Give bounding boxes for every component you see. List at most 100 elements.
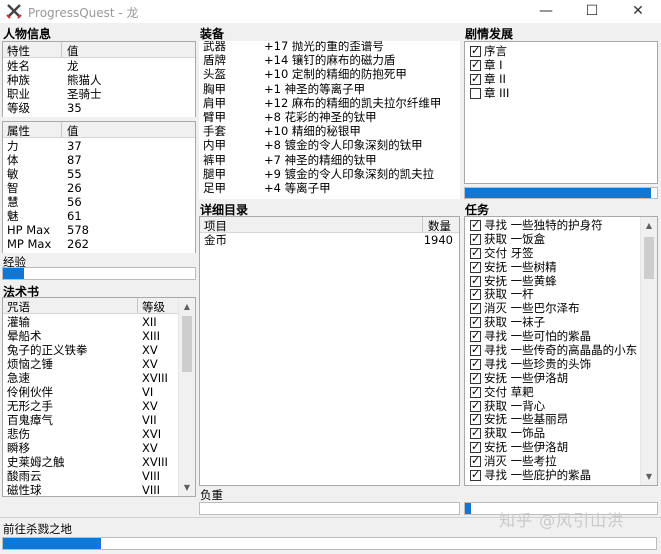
- quest-item[interactable]: 获取 一饭盒: [465, 232, 657, 247]
- quest-item[interactable]: 获取 一背心: [465, 399, 657, 414]
- plot-item-label: 章 I: [484, 58, 503, 72]
- checkbox-icon[interactable]: [470, 72, 481, 85]
- spellbook-table: 咒语 等级 灌输 XII 晕船术 XIII 兔子的正义铁拳 XV 烦恼之锤 XV 急速 XVIII…: [2, 297, 196, 497]
- quest-item[interactable]: 安抚 一些伊洛胡: [465, 371, 657, 386]
- checkbox-icon[interactable]: [470, 88, 481, 99]
- spellbook-scrollbar[interactable]: ▲ ▼: [178, 298, 195, 496]
- checkbox-icon[interactable]: [470, 426, 481, 440]
- quest-item[interactable]: 消灭 一些巴尔泽布: [465, 301, 657, 316]
- spell-name: 烦恼之锤: [7, 357, 53, 371]
- checkbox-icon[interactable]: [470, 357, 481, 370]
- quest-item[interactable]: 寻找 一些传奇的高晶晶的小东: [465, 343, 657, 358]
- stat-row: 体 87: [3, 154, 195, 169]
- stat-key: 敏: [7, 167, 19, 181]
- checkbox-icon[interactable]: [470, 232, 481, 245]
- spell-name: 灌输: [7, 315, 30, 329]
- spell-level: XII: [142, 315, 157, 329]
- inventory-row: 金币 1940: [200, 233, 459, 249]
- quest-progress-fill: [465, 503, 471, 514]
- quest-item-label: 安抚 一些伊洛胡: [484, 440, 569, 455]
- equipment-item: +1 神圣的等离子甲: [264, 81, 366, 96]
- character-value: 熊猫人: [67, 73, 102, 87]
- checkbox-icon[interactable]: [470, 329, 481, 343]
- spell-row[interactable]: 悲伤 XVI: [3, 427, 195, 443]
- crossed-swords-icon: [6, 4, 22, 19]
- stat-key: 力: [7, 139, 19, 153]
- task-progress-bar: [2, 537, 657, 550]
- quest-item[interactable]: 寻找 一些庇护的紫晶: [465, 468, 657, 483]
- quest-item-label: 获取 一饰品: [484, 426, 546, 441]
- quest-item[interactable]: 安抚 一些树精: [465, 260, 657, 275]
- spellbook-header-level: 等级: [142, 300, 165, 314]
- quest-item[interactable]: 获取 一杆: [465, 287, 657, 302]
- plot-section-label: 剧情发展: [465, 27, 514, 41]
- equipment-item: +8 花彩的神圣的钛甲: [264, 109, 377, 124]
- quest-item[interactable]: 安抚 一些黄蜂: [465, 273, 657, 289]
- spell-level: VIII: [142, 483, 161, 497]
- checkbox-icon[interactable]: [470, 412, 481, 426]
- checkbox-icon[interactable]: [470, 440, 481, 454]
- checkbox-icon[interactable]: [470, 274, 481, 287]
- minimize-button[interactable]: —: [523, 0, 569, 23]
- checkbox-icon[interactable]: [470, 260, 481, 273]
- stat-key: 魅: [7, 209, 19, 223]
- quest-item[interactable]: 获取 一袜子: [465, 315, 657, 330]
- equipment-slot: 臂甲: [203, 109, 226, 124]
- scroll-down-icon[interactable]: ▼: [179, 479, 195, 496]
- plot-item[interactable]: 章 III: [465, 86, 657, 100]
- plot-item[interactable]: 序言: [465, 44, 657, 58]
- scrollbar-thumb[interactable]: [182, 316, 192, 372]
- checkbox-icon[interactable]: [470, 454, 481, 468]
- quest-item[interactable]: 寻找 一些珍贵的头饰: [465, 357, 657, 372]
- checkbox-icon[interactable]: [470, 399, 481, 412]
- spell-name: 兔子的正义铁拳: [7, 343, 88, 357]
- quest-item[interactable]: 寻找 一些独特的护身符: [465, 218, 657, 233]
- scrollbar-thumb[interactable]: [644, 237, 654, 279]
- window-title: ProgressQuest - 龙: [28, 6, 139, 20]
- experience-progress-bar: [2, 267, 196, 280]
- quest-item-label: 安抚 一些黄蜂: [484, 273, 557, 288]
- equipment-item: +7 神圣的精细的钛甲: [264, 152, 377, 167]
- spell-name: 悲伤: [7, 427, 30, 441]
- scroll-down-icon[interactable]: ▼: [641, 468, 657, 485]
- checkbox-icon[interactable]: [470, 301, 481, 315]
- spell-row[interactable]: 磁性球 VIII: [3, 483, 195, 497]
- inventory-table-header: 项目 数量: [200, 217, 459, 233]
- checkbox-icon[interactable]: [470, 44, 481, 57]
- quest-item[interactable]: 获取 一饰品: [465, 426, 657, 441]
- character-header-trait: 特性: [7, 44, 30, 58]
- checkbox-icon[interactable]: [470, 343, 481, 357]
- quest-item[interactable]: 交付 牙签: [465, 246, 657, 261]
- checkbox-icon[interactable]: [470, 287, 481, 301]
- quest-item[interactable]: 交付 草耙: [465, 385, 657, 400]
- checkbox-icon[interactable]: [470, 371, 481, 384]
- quest-item[interactable]: 寻找 一些可怕的紫晶: [465, 329, 657, 344]
- inventory-item: 金币: [204, 233, 227, 247]
- plot-item[interactable]: 章 I: [465, 58, 657, 72]
- quest-scrollbar[interactable]: ▲ ▼: [640, 217, 657, 485]
- scroll-up-icon[interactable]: ▲: [641, 217, 657, 234]
- checkbox-icon[interactable]: [470, 385, 481, 398]
- checkbox-icon[interactable]: [470, 468, 481, 482]
- spell-name: 伶俐伙伴: [7, 385, 53, 399]
- maximize-button[interactable]: ☐: [569, 0, 615, 23]
- scroll-up-icon[interactable]: ▲: [179, 298, 195, 315]
- checkbox-icon[interactable]: [470, 315, 481, 329]
- stats-header-attribute: 属性: [7, 124, 30, 138]
- stat-value: 578: [67, 223, 89, 237]
- inventory-header-quantity: 数量: [428, 219, 451, 233]
- plot-item[interactable]: 章 II: [465, 72, 657, 86]
- spellbook-table-header: 咒语 等级: [3, 298, 195, 314]
- stat-row: 慧 56: [3, 196, 195, 211]
- spell-row[interactable]: 百鬼瘴气 VII: [3, 414, 195, 429]
- quest-item[interactable]: 消灭 一些考拉: [465, 454, 657, 469]
- close-button[interactable]: ✕: [615, 0, 661, 23]
- equipment-item: +8 镀金的令人印象深刻的钛甲: [264, 138, 423, 153]
- checkbox-icon[interactable]: [470, 246, 481, 259]
- spell-level: XVIII: [142, 455, 168, 469]
- checkbox-icon[interactable]: [470, 58, 481, 71]
- character-value: 圣骑士: [67, 87, 102, 101]
- quest-item[interactable]: 安抚 一些基丽昂: [465, 412, 657, 427]
- quest-item[interactable]: 安抚 一些伊洛胡: [465, 440, 657, 455]
- checkbox-icon[interactable]: [470, 218, 481, 231]
